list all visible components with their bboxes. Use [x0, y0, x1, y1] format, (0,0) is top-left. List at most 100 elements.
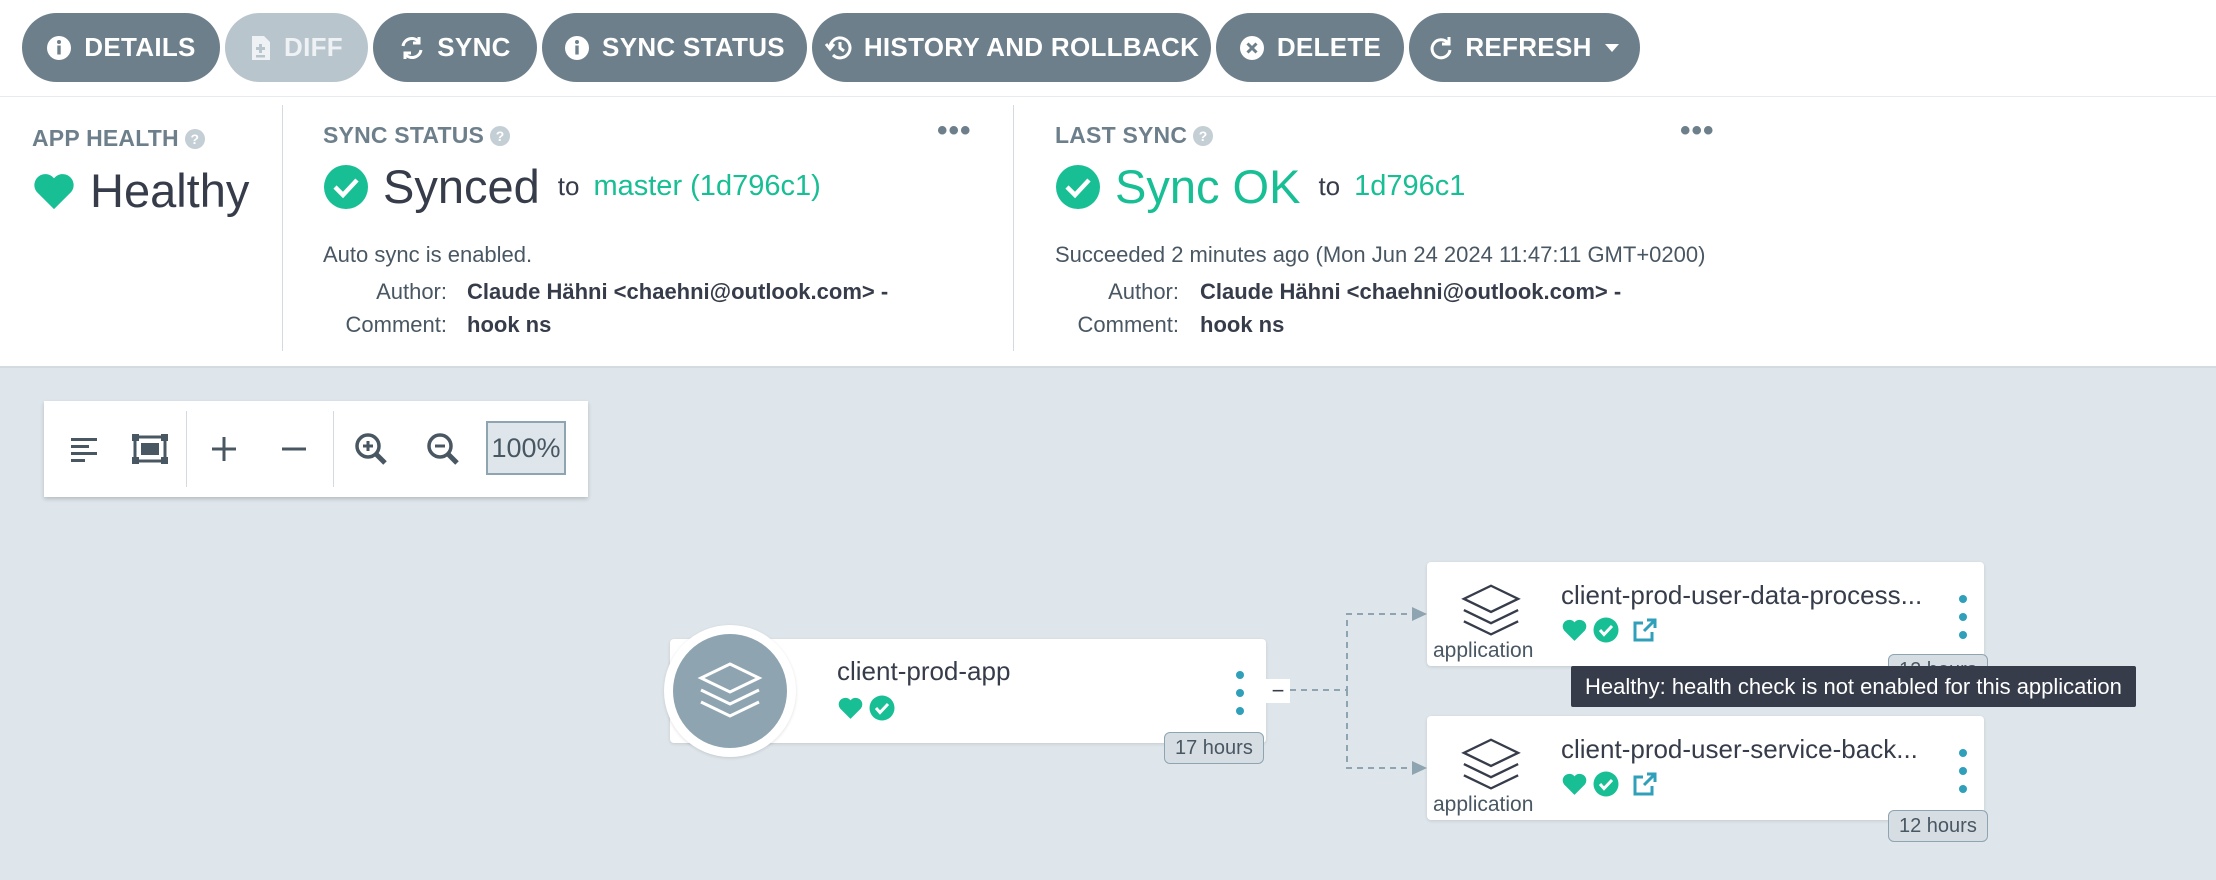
sync-status-label: SYNC STATUS	[602, 32, 785, 62]
diff-button[interactable]: DIFF	[225, 13, 368, 82]
info-icon	[565, 35, 590, 60]
last-sync-comment-label: Comment:	[1077, 312, 1179, 337]
app-toolbar: DETAILS DIFF SYNC SYNC STATUS HISTORY AN…	[0, 0, 2216, 97]
help-icon[interactable]: ?	[184, 128, 205, 149]
node-age-badge: 12 hours	[1888, 810, 1988, 842]
last-sync-title: LAST SYNC ?	[1055, 122, 1214, 149]
last-sync-to-word: to	[1318, 171, 1341, 201]
heart-icon	[838, 697, 863, 719]
status-panel: APP HEALTH ? Healthy SYNC STATUS ? ••• S…	[0, 97, 2216, 368]
app-health-title-text: APP HEALTH	[32, 125, 179, 151]
fit-view-button[interactable]	[126, 425, 174, 473]
divider	[186, 411, 187, 487]
fit-screen-icon	[132, 434, 168, 464]
health-tooltip: Healthy: health check is not enabled for…	[1571, 666, 2136, 707]
layers-icon	[1461, 738, 1521, 790]
app-health-value: Healthy	[90, 164, 250, 217]
sync-comment-label: Comment:	[345, 312, 447, 337]
expand-all-button[interactable]	[200, 425, 248, 473]
tree-view-button[interactable]	[60, 425, 108, 473]
zoom-in-button[interactable]	[347, 425, 395, 473]
history-label: HISTORY AND ROLLBACK	[863, 32, 1200, 62]
external-link-icon[interactable]	[1632, 617, 1658, 643]
last-sync-more-button[interactable]: •••	[1680, 116, 1715, 146]
history-icon	[824, 35, 852, 59]
refresh-icon	[1430, 36, 1452, 59]
node-menu-button[interactable]	[1955, 595, 1971, 639]
minus-icon	[282, 447, 306, 451]
graph-node-child[interactable]: application client-prod-user-service-bac…	[1427, 716, 1984, 820]
node-kind-label: application	[1433, 793, 1534, 816]
info-icon	[47, 35, 72, 60]
node-menu-button[interactable]	[1232, 671, 1248, 715]
node-title[interactable]: client-prod-app	[837, 656, 1010, 687]
divider	[1013, 105, 1014, 351]
last-sync-author-label: Author:	[1108, 279, 1179, 304]
delete-button[interactable]: DELETE	[1216, 13, 1404, 82]
sync-status-row: Synced to master (1d796c1)	[323, 159, 821, 214]
file-diff-icon	[252, 35, 271, 60]
help-icon[interactable]: ?	[1193, 125, 1214, 146]
refresh-label: REFRESH	[1465, 32, 1592, 62]
check-circle-icon	[324, 164, 368, 209]
node-title[interactable]: client-prod-user-service-back...	[1561, 734, 1918, 765]
sync-to-word: to	[557, 171, 580, 201]
sync-status-title: SYNC STATUS ?	[323, 122, 511, 149]
heart-icon[interactable]	[1561, 618, 1588, 642]
graph-toolbar: 100%	[44, 401, 588, 497]
graph-node-child[interactable]: application client-prod-user-data-proces…	[1427, 562, 1984, 666]
node-title[interactable]: client-prod-user-data-process...	[1561, 580, 1922, 611]
divider	[333, 411, 334, 487]
layers-icon	[1461, 584, 1521, 636]
sync-status-value: Synced	[383, 160, 540, 213]
sync-author-value: Claude Hähni <chaehni@outlook.com> -	[467, 279, 889, 304]
node-status	[1561, 771, 1658, 797]
check-circle-icon	[1593, 771, 1619, 797]
diff-label: DIFF	[284, 32, 343, 62]
caret-down-icon	[1604, 43, 1619, 52]
heart-icon	[34, 173, 74, 209]
external-link-icon[interactable]	[1632, 771, 1658, 797]
layers-icon	[697, 662, 763, 718]
help-icon[interactable]: ?	[490, 125, 511, 146]
sync-status-more-button[interactable]: •••	[937, 116, 972, 146]
details-label: DETAILS	[84, 32, 196, 62]
align-left-icon	[71, 438, 97, 462]
node-status	[1561, 617, 1658, 643]
details-button[interactable]: DETAILS	[22, 13, 220, 82]
close-circle-icon	[1239, 35, 1264, 60]
last-sync-author-value: Claude Hähni <chaehni@outlook.com> -	[1200, 279, 1622, 304]
sync-button[interactable]: SYNC	[373, 13, 537, 82]
history-rollback-button[interactable]: HISTORY AND ROLLBACK	[812, 13, 1211, 82]
last-sync-row: Sync OK to 1d796c1	[1055, 159, 1465, 214]
last-sync-revision-link[interactable]: 1d796c1	[1354, 170, 1465, 203]
collapse-all-button[interactable]	[270, 425, 318, 473]
node-icon-circle	[664, 625, 796, 757]
node-kind-label: application	[1433, 639, 1534, 662]
zoom-out-button[interactable]	[419, 425, 467, 473]
refresh-button[interactable]: REFRESH	[1409, 13, 1640, 82]
sync-label: SYNC	[437, 32, 511, 62]
sync-revision-link[interactable]: master (1d796c1)	[593, 170, 820, 203]
last-sync-value: Sync OK	[1115, 160, 1301, 213]
heart-icon[interactable]	[1561, 772, 1588, 796]
node-age-badge: 17 hours	[1164, 732, 1264, 764]
sync-comment-value: hook ns	[467, 312, 552, 337]
sync-author-label: Author:	[376, 279, 447, 304]
check-circle-icon	[1056, 164, 1100, 209]
node-status	[837, 695, 895, 721]
sync-status-title-text: SYNC STATUS	[323, 122, 485, 148]
last-sync-succeeded-text: Succeeded 2 minutes ago (Mon Jun 24 2024…	[1055, 242, 1706, 267]
app-health-title: APP HEALTH ?	[32, 125, 205, 152]
collapse-node-button[interactable]: −	[1266, 679, 1290, 703]
app-health-status: Healthy	[32, 163, 249, 218]
zoom-level[interactable]: 100%	[486, 421, 566, 475]
divider	[282, 105, 283, 351]
sync-status-button[interactable]: SYNC STATUS	[542, 13, 807, 82]
last-sync-title-text: LAST SYNC	[1055, 122, 1188, 148]
auto-sync-text: Auto sync is enabled.	[323, 242, 533, 267]
node-menu-button[interactable]	[1955, 749, 1971, 793]
zoom-out-icon	[427, 433, 459, 465]
sync-icon	[401, 36, 423, 59]
delete-label: DELETE	[1276, 32, 1382, 62]
